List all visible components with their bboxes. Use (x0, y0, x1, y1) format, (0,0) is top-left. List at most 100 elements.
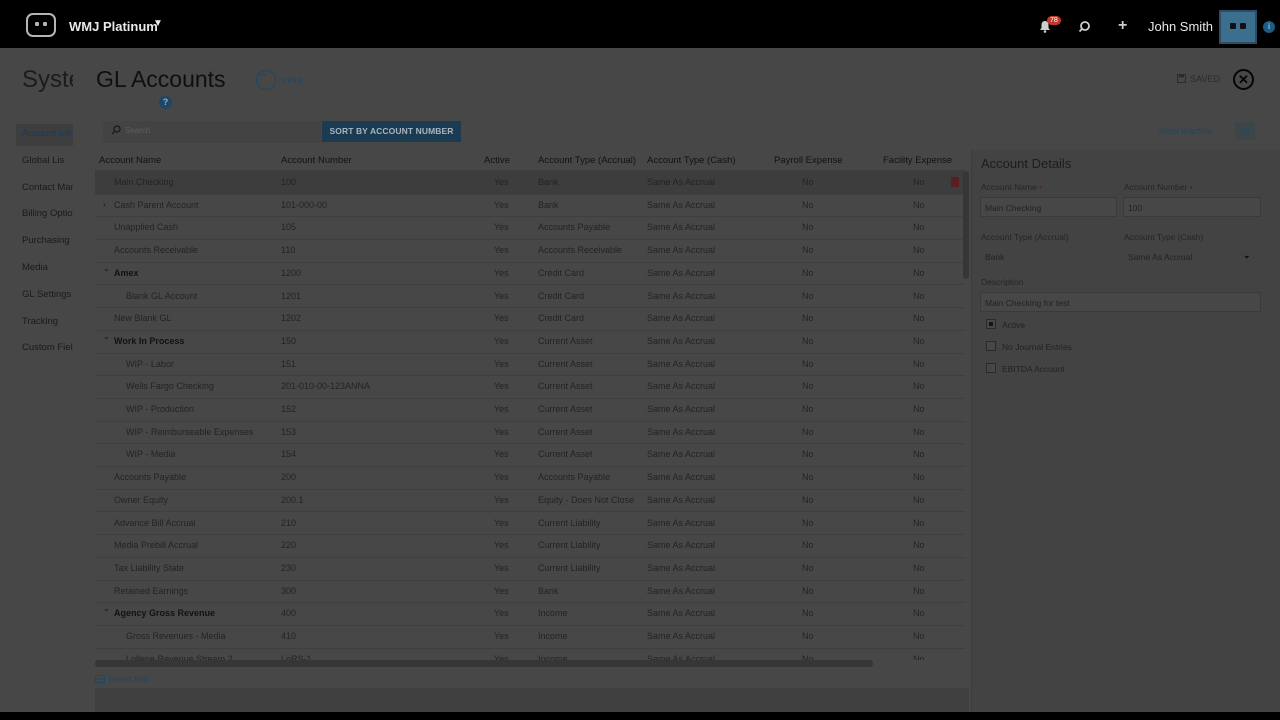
more-link[interactable]: more (282, 75, 303, 85)
description-field[interactable]: Main Checking for test (980, 292, 1261, 312)
active-cell: Yes (494, 381, 509, 392)
accrual-cell: Current Asset (538, 404, 593, 414)
account-name-label: Account Name • (981, 182, 1042, 192)
account-name-field[interactable]: Main Checking (980, 197, 1117, 217)
payroll-cell: No (802, 631, 814, 641)
accrual-cell: Equity - Does Not Close (538, 494, 635, 505)
question-icon[interactable]: ? (159, 96, 172, 109)
table-row[interactable]: Accounts Payable 200 Yes Accounts Payable Sa… (95, 466, 965, 490)
number-cell: 300 (281, 585, 297, 596)
table-row[interactable]: Blank GL Account 1201 Yes Credit Card Same A… (95, 285, 965, 309)
columns-icon[interactable]: ◫ (1235, 122, 1255, 140)
background-nav-item: Contact Man (22, 181, 76, 193)
column-header[interactable]: Account Name (99, 155, 161, 166)
table-row[interactable]: Lollene Revenue Stream 2 LoRS-1 Yes Income S… (95, 648, 965, 660)
no-journal-entries-checkbox[interactable] (986, 341, 996, 351)
search-icon[interactable] (1078, 20, 1091, 33)
facility-cell: No (913, 426, 925, 437)
payroll-cell: No (802, 222, 814, 233)
search-placeholder: Search (125, 126, 151, 135)
cash-cell: Same As Accrual (647, 290, 716, 301)
info-icon[interactable]: i (1263, 21, 1275, 33)
table-row[interactable]: Wells Fargo Checking 201-010-00-123ANNA Ye… (95, 375, 965, 399)
active-cell: Yes (494, 267, 509, 278)
table-row[interactable]: Media Prebill Accrual 220 Yes Current Liabi… (95, 534, 965, 558)
table-row[interactable]: Advance Bill Accrual 210 Yes Current Liabil… (95, 512, 965, 536)
table-row[interactable]: ⌄ Agency Gross Revenue 400 Yes Income Same As… (95, 602, 965, 626)
column-header[interactable]: Account Type (Cash) (647, 155, 736, 166)
active-checkbox[interactable] (986, 319, 996, 329)
background-sidebar: Account Info Global Lis Contact Man Bill… (22, 128, 76, 369)
chevron-down-icon[interactable]: ⌄ (1243, 250, 1251, 261)
accrual-cell: Bank (538, 199, 559, 210)
table-row[interactable]: New Blank GL 1202 Yes Credit Card Same As Ac… (95, 307, 965, 331)
cash-cell: Same As Accrual (647, 267, 716, 278)
table-row[interactable]: Gross Revenues - Media 410 Yes Income Same A… (95, 625, 965, 649)
chevron-down-icon[interactable]: ⌄ (103, 264, 110, 273)
column-header[interactable]: Account Number (281, 155, 352, 166)
number-cell: 105 (281, 222, 297, 233)
type-cash-select[interactable]: Same As Accrual (1128, 252, 1192, 262)
table-row[interactable]: Owner Equity 200.1 Yes Equity - Does Not Cl… (95, 489, 965, 513)
type-accrual-select[interactable]: Bank (985, 252, 1004, 262)
active-cell: Yes (494, 404, 509, 414)
table-row[interactable]: Main Checking 100 Yes Bank Same As Accrual No… (95, 171, 965, 195)
payroll-cell: No (802, 267, 814, 278)
ebitda-account-checkbox[interactable] (986, 363, 996, 373)
column-header[interactable]: Account Type (Accrual) (538, 155, 636, 166)
table-row[interactable]: WIP - Production 152 Yes Current Asset Same … (95, 398, 965, 422)
table-row[interactable]: WIP - Reimburseable Expenses 153 Yes Curren… (95, 421, 965, 445)
facility-cell: No (913, 267, 925, 278)
column-header[interactable]: Facility Expense (883, 155, 952, 166)
accrual-cell: Credit Card (538, 267, 585, 278)
trash-icon[interactable] (951, 177, 959, 187)
table-row[interactable]: ⌄ Work In Process 150 Yes Current Asset Same … (95, 330, 965, 354)
chevron-down-icon[interactable]: ⌄ (103, 332, 110, 341)
type-accrual-label: Account Type (Accrual) (981, 232, 1069, 242)
user-name[interactable]: John Smith (1148, 19, 1213, 34)
table-row[interactable]: WIP - Labor 151 Yes Current Asset Same As Ac… (95, 353, 965, 377)
robot-logo-icon[interactable] (26, 13, 56, 37)
table-row[interactable]: › Cash Parent Account 101-000-00 Yes Bank Sam… (95, 194, 965, 218)
vertical-scrollbar[interactable] (963, 171, 969, 279)
search-input[interactable]: Search (103, 121, 321, 142)
column-header[interactable]: Payroll Expense (774, 155, 843, 166)
chevron-right-icon[interactable]: › (103, 200, 106, 209)
product-menu[interactable]: WMJ Platinum (69, 19, 158, 34)
column-header[interactable]: Active (484, 155, 510, 166)
account-name-cell: Amex (114, 267, 139, 278)
background-nav-item: Purchasing (22, 235, 70, 247)
table-row[interactable]: ⌄ Amex 1200 Yes Credit Card Same As Accrual No… (95, 262, 965, 286)
account-name-cell: WIP - Media (126, 449, 176, 460)
description-label: Description (981, 277, 1024, 287)
number-cell: 200 (281, 472, 297, 483)
ellipsis-icon[interactable] (256, 70, 276, 90)
table-row[interactable]: Tax Liability State 230 Yes Current Liabili… (95, 557, 965, 581)
table-row[interactable]: WIP - Media 154 Yes Current Asset Same As Ac… (95, 443, 965, 468)
sort-by-account-number-button[interactable]: SORT BY ACCOUNT NUMBER (322, 121, 461, 142)
accrual-cell: Accounts Receivable (538, 245, 623, 256)
active-cell: Yes (494, 313, 509, 324)
insert-row-link[interactable]: Insert row (95, 674, 149, 684)
accrual-cell: Current Asset (538, 381, 593, 392)
chevron-down-icon[interactable]: ▼ (153, 18, 163, 29)
facility-cell: No (913, 245, 925, 256)
account-name-cell: WIP - Reimburseable Expenses (126, 426, 254, 437)
account-name-cell: Cash Parent Account (114, 199, 199, 210)
background-nav-item: Global Lis (22, 154, 65, 166)
plus-icon[interactable]: + (1118, 17, 1127, 35)
table-row[interactable]: Unapplied Cash 105 Yes Accounts Payable Same… (95, 216, 965, 241)
chevron-down-icon[interactable]: ⌄ (103, 604, 110, 613)
saved-label: SAVED (1190, 74, 1220, 84)
show-inactive-link[interactable]: show inactive (1158, 126, 1212, 136)
account-number-field[interactable]: 100 (1123, 197, 1261, 217)
gl-accounts-dialog: GL Accounts ? more SAVED ✕ Search SORT B… (73, 48, 1280, 712)
facility-cell: No (913, 313, 925, 324)
account-name-cell: Blank GL Account (126, 290, 198, 301)
horizontal-scrollbar[interactable] (95, 660, 873, 667)
table-row[interactable]: Accounts Receivable 110 Yes Accounts Receiv… (95, 239, 965, 263)
avatar[interactable] (1219, 10, 1257, 44)
close-button[interactable]: ✕ (1233, 69, 1254, 90)
payroll-cell: No (802, 335, 814, 346)
table-row[interactable]: Retained Earnings 300 Yes Bank Same As Accru… (95, 580, 965, 604)
